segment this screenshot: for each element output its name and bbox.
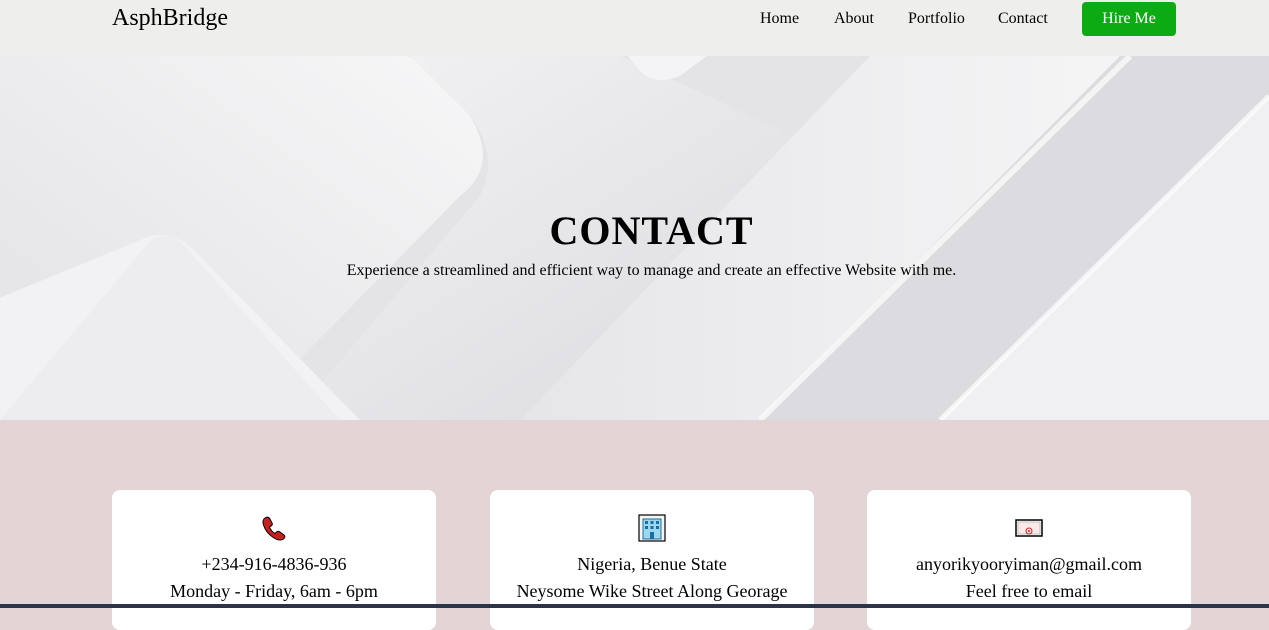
address-location: Nigeria, Benue State	[577, 554, 727, 574]
hero-banner: CONTACT Experience a streamlined and eff…	[0, 56, 1269, 420]
nav-link-contact[interactable]: Contact	[998, 10, 1048, 28]
office-building-icon	[490, 514, 814, 542]
phone-icon	[112, 514, 436, 542]
email-icon	[867, 514, 1191, 542]
contact-card-email: anyorikyooryiman@gmail.com Feel free to …	[867, 490, 1191, 630]
office-hours: Monday - Friday, 6am - 6pm	[170, 581, 378, 601]
contact-card-phone: +234-916-4836-936 Monday - Friday, 6am -…	[112, 490, 436, 630]
nav-link-portfolio[interactable]: Portfolio	[908, 10, 965, 28]
nav-link-about[interactable]: About	[834, 10, 874, 28]
phone-number: +234-916-4836-936	[201, 554, 347, 574]
navbar: AsphBridge Home About Portfolio Contact …	[0, 0, 1269, 56]
email-note: Feel free to email	[965, 581, 1093, 601]
page-title: CONTACT	[549, 208, 754, 253]
brand-logo[interactable]: AsphBridge	[112, 5, 228, 32]
hero-subtitle: Experience a streamlined and efficient w…	[346, 262, 957, 279]
nav-link-home[interactable]: Home	[760, 10, 799, 28]
contact-card-address: Nigeria, Benue State Neysome Wike Street…	[490, 490, 814, 630]
footer-edge	[0, 604, 1269, 608]
email-address[interactable]: anyorikyooryiman@gmail.com	[867, 554, 1191, 575]
hire-me-button[interactable]: Hire Me	[1082, 2, 1176, 36]
address-street: Neysome Wike Street Along Georage	[516, 581, 788, 601]
